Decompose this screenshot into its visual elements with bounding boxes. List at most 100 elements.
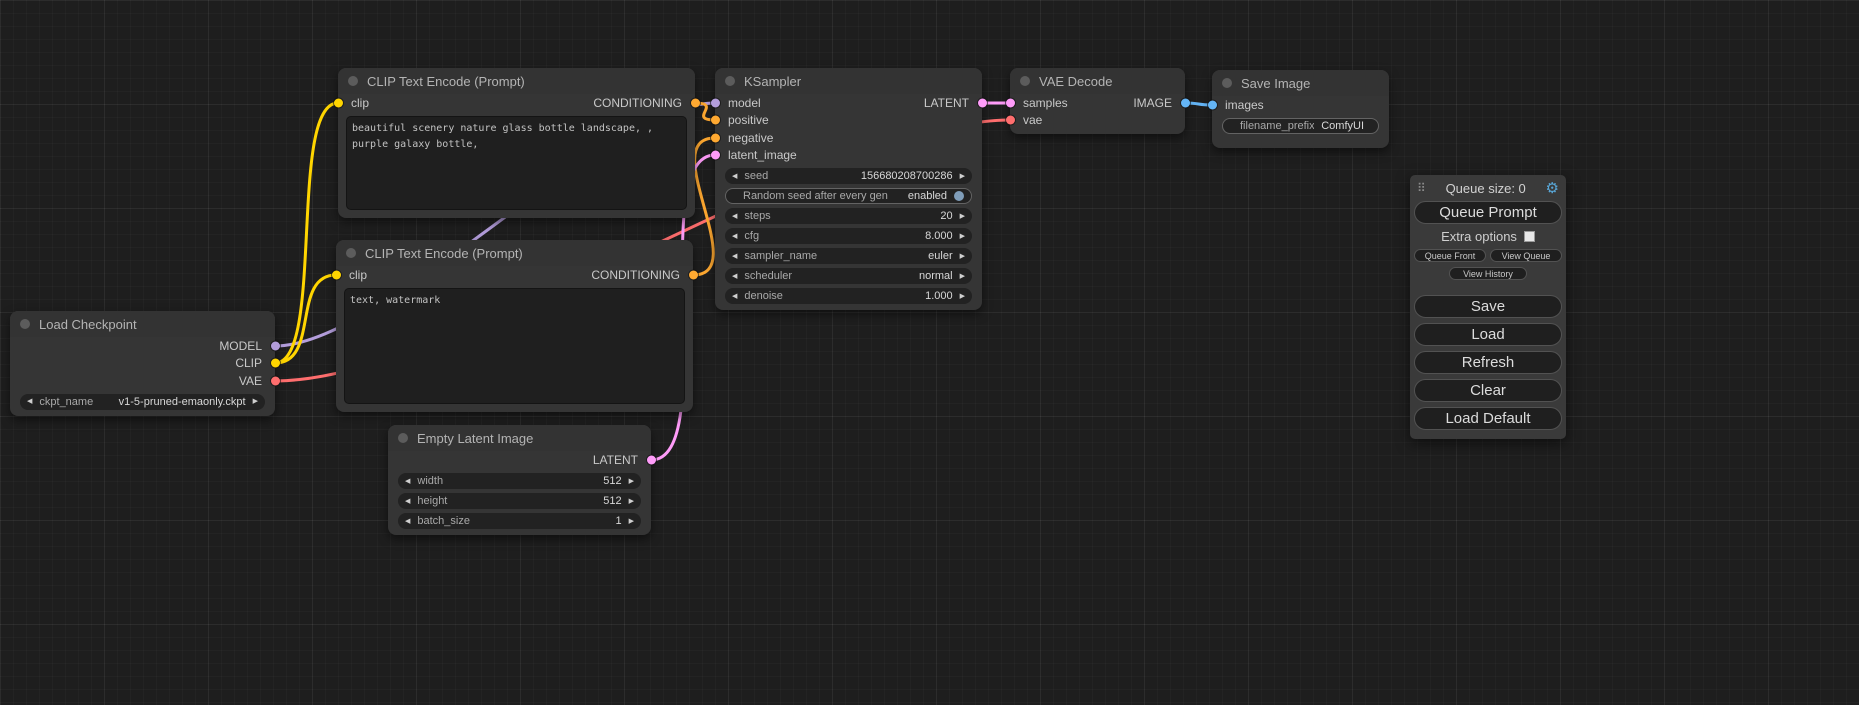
widget-denoise[interactable]: denoise 1.000: [725, 288, 972, 304]
decrement-arrow-icon[interactable]: [732, 253, 737, 260]
node-header[interactable]: CLIP Text Encode (Prompt): [336, 240, 693, 266]
view-history-button[interactable]: View History: [1449, 267, 1527, 280]
output-port-image[interactable]: [1181, 98, 1190, 107]
collapse-dot-icon[interactable]: [725, 76, 735, 86]
node-empty-latent-image[interactable]: Empty Latent Image LATENT width 512 heig…: [388, 425, 651, 535]
decrement-arrow-icon[interactable]: [732, 233, 737, 240]
widget-label: denoise: [744, 290, 918, 302]
decrement-arrow-icon[interactable]: [732, 213, 737, 220]
decrement-arrow-icon[interactable]: [405, 478, 410, 485]
decrement-arrow-icon[interactable]: [732, 273, 737, 280]
decrement-arrow-icon[interactable]: [732, 173, 737, 180]
widget-height[interactable]: height 512: [398, 493, 641, 509]
prompt-textarea[interactable]: text, watermark: [344, 288, 685, 404]
output-port-latent[interactable]: [647, 456, 656, 465]
input-port-vae[interactable]: [1006, 116, 1015, 125]
node-header[interactable]: KSampler: [715, 68, 982, 94]
node-header[interactable]: VAE Decode: [1010, 68, 1185, 94]
queue-front-button[interactable]: Queue Front: [1414, 249, 1486, 262]
output-port-model[interactable]: [271, 341, 280, 350]
drag-handle-icon[interactable]: ⠿: [1417, 181, 1426, 195]
refresh-button[interactable]: Refresh: [1414, 351, 1562, 374]
input-port-samples[interactable]: [1006, 98, 1015, 107]
increment-arrow-icon[interactable]: [960, 293, 965, 300]
node-header[interactable]: CLIP Text Encode (Prompt): [338, 68, 695, 94]
decrement-arrow-icon[interactable]: [405, 498, 410, 505]
output-port-conditioning[interactable]: [689, 271, 698, 280]
collapse-dot-icon[interactable]: [20, 319, 30, 329]
input-label-model: model: [728, 96, 761, 110]
node-ksampler[interactable]: KSampler model LATENT positive negative …: [715, 68, 982, 310]
increment-arrow-icon[interactable]: [253, 398, 258, 405]
node-vae-decode[interactable]: VAE Decode samples IMAGE vae: [1010, 68, 1185, 134]
node-header[interactable]: Load Checkpoint: [10, 311, 275, 337]
view-queue-button[interactable]: View Queue: [1490, 249, 1562, 262]
widget-value: 1: [615, 515, 621, 527]
widget-random-seed-toggle[interactable]: Random seed after every gen enabled: [725, 188, 972, 204]
settings-gear-icon[interactable]: ⚙: [1546, 181, 1559, 196]
node-clip-text-encode-positive[interactable]: CLIP Text Encode (Prompt) clip CONDITION…: [338, 68, 695, 218]
prompt-textarea[interactable]: beautiful scenery nature glass bottle la…: [346, 116, 687, 210]
queue-prompt-button[interactable]: Queue Prompt: [1414, 201, 1562, 224]
collapse-dot-icon[interactable]: [1222, 78, 1232, 88]
input-port-positive[interactable]: [711, 116, 720, 125]
node-title: Save Image: [1241, 76, 1310, 91]
decrement-arrow-icon[interactable]: [27, 398, 32, 405]
widget-steps[interactable]: steps 20: [725, 208, 972, 224]
widget-value: 1.000: [925, 290, 953, 302]
widget-sampler-name[interactable]: sampler_name euler: [725, 248, 972, 264]
output-port-latent[interactable]: [978, 98, 987, 107]
collapse-dot-icon[interactable]: [1020, 76, 1030, 86]
increment-arrow-icon[interactable]: [960, 253, 965, 260]
output-port-clip[interactable]: [271, 359, 280, 368]
node-canvas[interactable]: Load Checkpoint MODEL CLIP VAE ckpt_name…: [0, 0, 1859, 705]
input-port-model[interactable]: [711, 98, 720, 107]
node-title: KSampler: [744, 74, 801, 89]
widget-value: 512: [603, 495, 621, 507]
output-port-vae[interactable]: [271, 376, 280, 385]
output-port-conditioning[interactable]: [691, 99, 700, 108]
node-load-checkpoint[interactable]: Load Checkpoint MODEL CLIP VAE ckpt_name…: [10, 311, 275, 416]
widget-label: width: [417, 475, 596, 487]
input-port-images[interactable]: [1208, 101, 1217, 110]
increment-arrow-icon[interactable]: [629, 498, 634, 505]
decrement-arrow-icon[interactable]: [405, 518, 410, 525]
wire-clip-to-positive: [275, 103, 338, 363]
increment-arrow-icon[interactable]: [960, 173, 965, 180]
increment-arrow-icon[interactable]: [960, 233, 965, 240]
node-title: CLIP Text Encode (Prompt): [365, 246, 523, 261]
increment-arrow-icon[interactable]: [629, 478, 634, 485]
widget-label: Random seed after every gen: [743, 190, 901, 202]
input-port-clip[interactable]: [332, 271, 341, 280]
collapse-dot-icon[interactable]: [398, 433, 408, 443]
node-header[interactable]: Empty Latent Image: [388, 425, 651, 451]
widget-width[interactable]: width 512: [398, 473, 641, 489]
collapse-dot-icon[interactable]: [348, 76, 358, 86]
output-label-image: IMAGE: [1133, 96, 1172, 110]
widget-label: cfg: [744, 230, 918, 242]
node-header[interactable]: Save Image: [1212, 70, 1389, 96]
extra-options-checkbox[interactable]: [1524, 231, 1535, 242]
widget-cfg[interactable]: cfg 8.000: [725, 228, 972, 244]
save-button[interactable]: Save: [1414, 295, 1562, 318]
node-clip-text-encode-negative[interactable]: CLIP Text Encode (Prompt) clip CONDITION…: [336, 240, 693, 412]
clear-button[interactable]: Clear: [1414, 379, 1562, 402]
input-label-negative: negative: [728, 131, 773, 145]
input-port-latent-image[interactable]: [711, 151, 720, 160]
widget-ckpt-name[interactable]: ckpt_name v1-5-pruned-emaonly.ckpt: [20, 394, 265, 410]
increment-arrow-icon[interactable]: [960, 273, 965, 280]
decrement-arrow-icon[interactable]: [732, 293, 737, 300]
widget-seed[interactable]: seed 156680208700286: [725, 168, 972, 184]
input-port-negative[interactable]: [711, 133, 720, 142]
load-button[interactable]: Load: [1414, 323, 1562, 346]
increment-arrow-icon[interactable]: [960, 213, 965, 220]
collapse-dot-icon[interactable]: [346, 248, 356, 258]
node-save-image[interactable]: Save Image images filename_prefix ComfyU…: [1212, 70, 1389, 148]
input-port-clip[interactable]: [334, 99, 343, 108]
widget-filename-prefix[interactable]: filename_prefix ComfyUI: [1222, 118, 1379, 134]
increment-arrow-icon[interactable]: [629, 518, 634, 525]
widget-batch-size[interactable]: batch_size 1: [398, 513, 641, 529]
toggle-knob[interactable]: [954, 191, 964, 201]
load-default-button[interactable]: Load Default: [1414, 407, 1562, 430]
widget-scheduler[interactable]: scheduler normal: [725, 268, 972, 284]
